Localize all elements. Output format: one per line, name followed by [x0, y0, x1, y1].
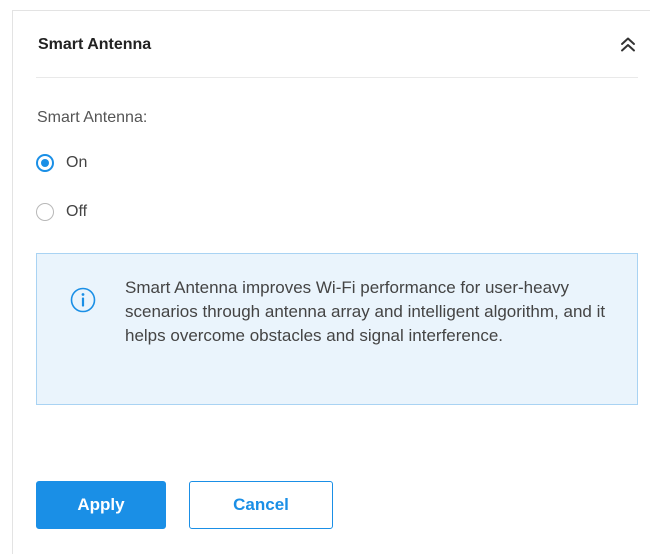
- info-note: Smart Antenna improves Wi-Fi performance…: [36, 253, 638, 405]
- radio-label-on: On: [66, 154, 88, 171]
- radio-button-on[interactable]: [36, 154, 54, 172]
- info-circle-icon: [70, 287, 96, 313]
- apply-button[interactable]: Apply: [36, 481, 166, 529]
- radio-option-on[interactable]: On: [36, 151, 87, 175]
- radio-button-off[interactable]: [36, 203, 54, 221]
- radio-label-off: Off: [66, 203, 88, 220]
- cancel-button[interactable]: Cancel: [189, 481, 333, 529]
- double-chevron-up-icon: [618, 35, 638, 55]
- radio-option-off[interactable]: Off: [36, 200, 87, 224]
- collapse-button[interactable]: [618, 35, 638, 55]
- panel-title: Smart Antenna: [38, 36, 152, 53]
- panel-header: Smart Antenna: [36, 11, 638, 78]
- smart-antenna-field-label: Smart Antenna:: [37, 109, 148, 126]
- info-text: Smart Antenna improves Wi-Fi performance…: [125, 278, 606, 345]
- smart-antenna-panel: Smart Antenna Smart Antenna: On Off Smar…: [12, 10, 650, 554]
